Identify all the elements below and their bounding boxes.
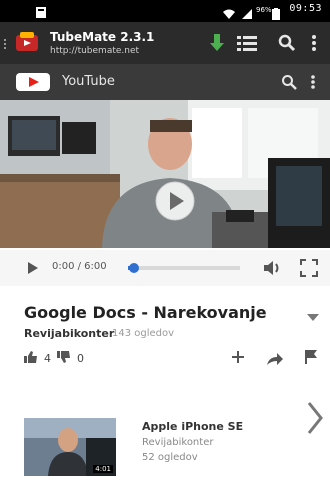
signal-icon [240,5,254,19]
clock: 09:53 [289,3,322,14]
overflow-menu-icon[interactable] [306,30,322,56]
related-duration: 4:01 [93,465,113,473]
youtube-logo[interactable] [16,73,50,91]
youtube-bar: YouTube [0,64,330,100]
play-overlay-icon[interactable] [154,180,196,222]
app-title: TubeMate 2.3.1 [50,30,155,44]
add-icon[interactable] [230,349,246,365]
progress-thumb[interactable] [128,263,139,273]
view-count: 143 ogledov [112,328,175,339]
related-title: Apple iPhone SE [142,420,244,433]
player-time: 0:00 / 6:00 [52,261,107,272]
like-dislike-row: 4 0 [24,351,84,366]
dislike-count: 0 [77,352,84,365]
chevron-right-icon[interactable] [306,400,324,436]
search-icon[interactable] [274,30,300,56]
share-icon[interactable] [266,351,284,365]
search-icon[interactable] [278,70,300,94]
player-controls: 0:00 / 6:00 [0,250,330,286]
battery-percent: 96% [256,6,272,14]
fullscreen-icon[interactable] [300,259,318,277]
progress-track[interactable] [128,263,240,273]
related-video[interactable]: 4:01 Apple iPhone SE Revijabikonter 52 o… [0,392,330,482]
overflow-menu-icon[interactable] [306,70,320,94]
play-icon[interactable] [26,260,40,276]
app-url: http://tubemate.net [50,46,140,56]
like-count: 4 [44,352,51,365]
playlist-icon[interactable] [234,30,260,56]
channel-name[interactable]: Revijabikonter [24,327,114,340]
video-player[interactable] [0,100,330,248]
status-bar: 96% 09:53 [0,0,330,22]
related-thumbnail[interactable]: 4:01 [24,418,116,476]
battery-icon [272,5,280,20]
video-title: Google Docs - Narekovanje [24,303,267,322]
expand-icon[interactable] [306,307,320,321]
related-views: 52 ogledov [142,452,198,463]
thumbs-down-icon[interactable] [57,351,71,366]
back-indicator[interactable] [4,36,12,50]
youtube-title: YouTube [62,74,115,89]
video-info: Google Docs - Narekovanje Revijabikonter… [0,287,330,387]
video-frame [0,100,330,248]
app-bar: TubeMate 2.3.1 http://tubemate.net [0,22,330,64]
tubemate-logo[interactable] [14,32,42,54]
notification-icon [34,4,48,18]
related-channel: Revijabikonter [142,437,214,448]
wifi-icon [222,5,236,19]
flag-icon[interactable] [304,349,318,365]
thumbs-up-icon[interactable] [24,351,38,366]
volume-icon[interactable] [262,259,282,277]
download-icon[interactable] [204,30,230,56]
